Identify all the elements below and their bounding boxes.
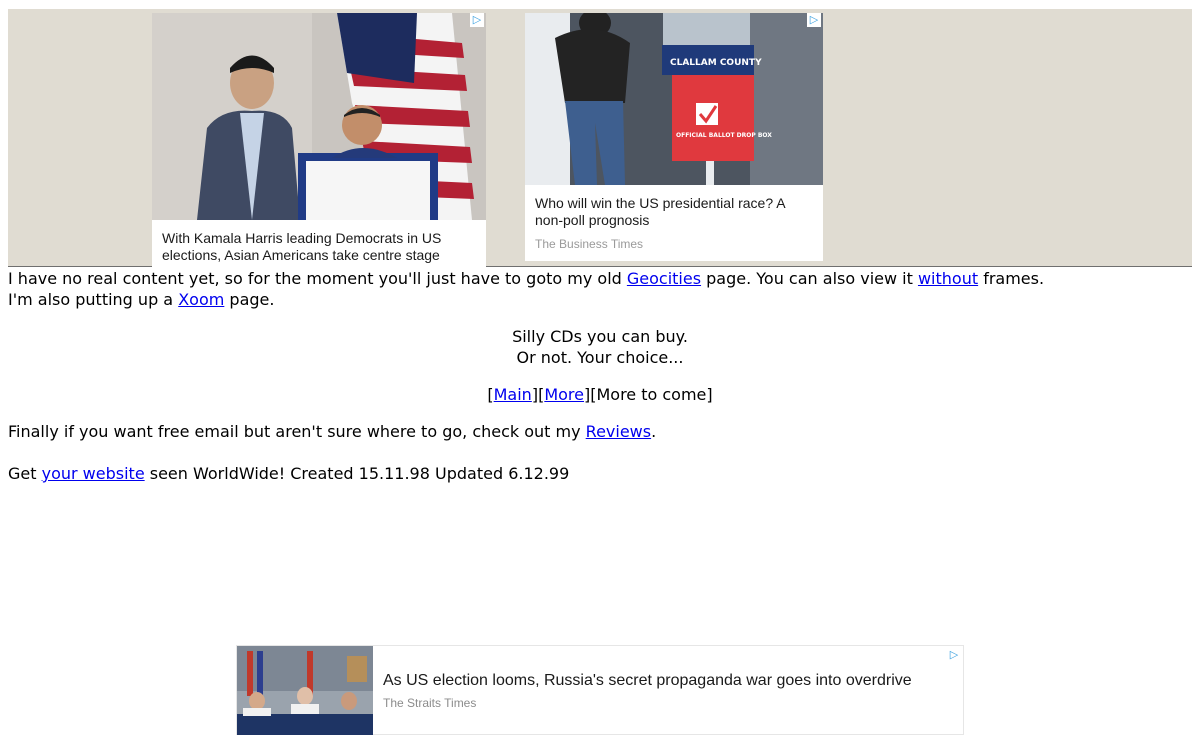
intro-text-1: I have no real content yet, so for the m… xyxy=(8,269,627,288)
ad-source: The Business Times xyxy=(535,237,644,251)
email-text-1: Finally if you want free email but aren'… xyxy=(8,422,586,441)
ad-headline[interactable]: With Kamala Harris leading Democrats in … xyxy=(162,230,478,264)
cds-line-2: Or not. Your choice... xyxy=(516,348,684,367)
ad-image-officials[interactable] xyxy=(237,646,373,735)
ad-card-presidential-race[interactable]: CLALLAM COUNTY OFFICIAL BALLOT DROP BOX … xyxy=(525,13,823,261)
ballot-box-photo: CLALLAM COUNTY OFFICIAL BALLOT DROP BOX xyxy=(525,13,823,185)
ad-choices-icon[interactable]: ▷ xyxy=(807,13,821,27)
without-frames-link[interactable]: without xyxy=(918,269,978,288)
ad-image-press-conference[interactable] xyxy=(152,13,486,220)
nav-separator: ][ xyxy=(531,385,545,404)
footer-text-2: seen WorldWide! Created 15.11.98 Updated… xyxy=(144,464,570,483)
nav-more-link[interactable]: More xyxy=(544,385,584,404)
ad-source: The Straits Times xyxy=(383,696,477,710)
geocities-link[interactable]: Geocities xyxy=(627,269,701,288)
nav-more-to-come: ][More to come] xyxy=(583,385,713,404)
reviews-link[interactable]: Reviews xyxy=(586,422,651,441)
email-text-2: . xyxy=(651,422,657,441)
sign-text: OFFICIAL BALLOT DROP BOX xyxy=(676,132,772,139)
your-website-link[interactable]: your website xyxy=(42,464,145,483)
ad-headline[interactable]: Who will win the US presidential race? A… xyxy=(535,195,815,229)
ad-card-harris[interactable]: ▷ With Kamala Harris leading Democrats i… xyxy=(152,13,486,267)
xoom-line: I'm also putting up a Xoom page. xyxy=(8,289,274,310)
footer-text-1: Get xyxy=(8,464,42,483)
ad-headline[interactable]: As US election looms, Russia's secret pr… xyxy=(383,672,912,690)
nav-links: [Main][More][More to come] xyxy=(0,384,1200,405)
intro-text-2: page. You can also view it xyxy=(701,269,918,288)
xoom-text-1: I'm also putting up a xyxy=(8,290,179,309)
top-ad-banner: ▷ With Kamala Harris leading Democrats i… xyxy=(8,9,1192,267)
footer-line: Get your website seen WorldWide! Created… xyxy=(8,463,569,484)
sign-title: CLALLAM COUNTY xyxy=(670,58,762,68)
bottom-ad-card[interactable]: As US election looms, Russia's secret pr… xyxy=(236,645,964,735)
email-line: Finally if you want free email but aren'… xyxy=(8,421,656,442)
ad-choices-icon[interactable]: ▷ xyxy=(470,13,484,27)
cds-line-1: Silly CDs you can buy. xyxy=(512,327,688,346)
xoom-link[interactable]: Xoom xyxy=(178,290,224,309)
officials-photo xyxy=(237,646,373,735)
intro-line: I have no real content yet, so for the m… xyxy=(8,268,1044,289)
xoom-text-2: page. xyxy=(224,290,275,309)
nav-main-link[interactable]: Main xyxy=(494,385,532,404)
press-conference-photo xyxy=(152,13,486,220)
ad-image-ballot-box[interactable]: CLALLAM COUNTY OFFICIAL BALLOT DROP BOX xyxy=(525,13,823,185)
intro-text-3: frames. xyxy=(978,269,1045,288)
ad-choices-icon[interactable]: ▷ xyxy=(947,648,961,662)
